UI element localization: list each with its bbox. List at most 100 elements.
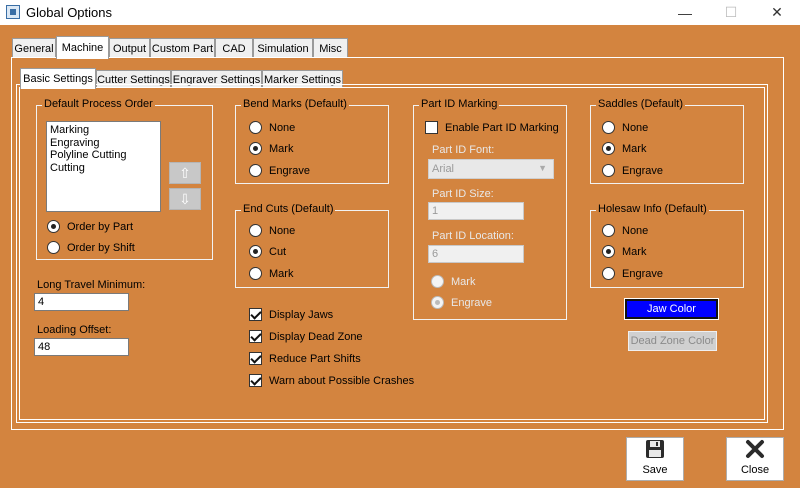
move-up-button[interactable]: ⇧ (169, 162, 201, 184)
maximize-icon: ☐ (724, 4, 738, 20)
radio-icon[interactable] (249, 245, 262, 258)
app-icon (6, 5, 20, 19)
radio-label: Engrave (451, 296, 492, 309)
process-order-list[interactable]: Marking Engraving Polyline Cutting Cutti… (46, 121, 161, 212)
tab-output[interactable]: Output (109, 38, 150, 58)
checkbox-icon[interactable] (249, 330, 262, 343)
radio-label: Mark (622, 245, 647, 258)
part-id-engrave-radio: Engrave (431, 296, 492, 309)
save-button[interactable]: Save (626, 437, 684, 481)
checkbox-label: Display Dead Zone (269, 330, 363, 343)
move-down-button[interactable]: ⇩ (169, 188, 201, 210)
radio-icon[interactable] (602, 224, 615, 237)
tab-cad[interactable]: CAD (215, 38, 253, 58)
end-cuts-label: End Cuts (Default) (241, 203, 336, 215)
radio-label: Engrave (622, 164, 663, 177)
bend-engrave-radio[interactable]: Engrave (249, 164, 310, 177)
loading-offset-input[interactable]: 48 (34, 338, 129, 356)
saddles-label: Saddles (Default) (596, 98, 685, 110)
part-id-mark-radio: Mark (431, 275, 475, 288)
list-item[interactable]: Polyline Cutting (50, 149, 157, 162)
part-id-size-input: 1 (428, 202, 524, 220)
holesaw-label: Holesaw Info (Default) (596, 203, 709, 215)
holesaw-engrave-radio[interactable]: Engrave (602, 267, 663, 280)
order-by-part-radio[interactable]: Order by Part (47, 220, 133, 233)
tab-simulation[interactable]: Simulation (253, 38, 313, 58)
radio-label: Mark (622, 142, 647, 155)
close-label: Close (740, 464, 770, 476)
close-button[interactable]: Close (726, 437, 784, 481)
subtab-basic-settings[interactable]: Basic Settings (20, 68, 96, 89)
arrow-up-icon: ⇧ (179, 164, 191, 181)
list-item[interactable]: Marking (50, 124, 157, 137)
display-jaws-checkbox[interactable]: Display Jaws (249, 308, 333, 321)
order-by-shift-radio[interactable]: Order by Shift (47, 241, 135, 254)
close-x-icon (746, 440, 764, 458)
endcut-none-radio[interactable]: None (249, 224, 295, 237)
radio-icon (431, 296, 444, 309)
dead-zone-color-button: Dead Zone Color (628, 331, 717, 351)
list-item[interactable]: Cutting (50, 162, 157, 175)
radio-icon[interactable] (249, 224, 262, 237)
enable-part-id-checkbox[interactable]: Enable Part ID Marking (425, 121, 559, 134)
long-travel-input[interactable]: 4 (34, 293, 129, 311)
part-id-size-label: Part ID Size: (432, 188, 494, 200)
radio-icon[interactable] (47, 241, 60, 254)
endcut-cut-radio[interactable]: Cut (249, 245, 286, 258)
radio-icon[interactable] (249, 121, 262, 134)
part-id-label: Part ID Marking (419, 98, 500, 110)
checkbox-icon[interactable] (425, 121, 438, 134)
radio-icon (431, 275, 444, 288)
radio-label: Engrave (622, 267, 663, 280)
radio-label: Engrave (269, 164, 310, 177)
checkbox-icon[interactable] (249, 352, 262, 365)
radio-icon[interactable] (602, 164, 615, 177)
radio-icon[interactable] (602, 121, 615, 134)
saddle-mark-radio[interactable]: Mark (602, 142, 646, 155)
subtab-engraver-settings[interactable]: Engraver Settings (171, 70, 262, 88)
radio-icon[interactable] (249, 142, 262, 155)
radio-icon[interactable] (47, 220, 60, 233)
checkbox-label: Reduce Part Shifts (269, 352, 361, 365)
radio-label: Order by Shift (67, 241, 135, 254)
radio-icon[interactable] (249, 267, 262, 280)
radio-icon[interactable] (249, 164, 262, 177)
bend-mark-radio[interactable]: Mark (249, 142, 293, 155)
radio-icon[interactable] (602, 245, 615, 258)
minimize-icon[interactable]: — (662, 0, 708, 25)
reduce-part-shifts-checkbox[interactable]: Reduce Part Shifts (249, 352, 361, 365)
radio-icon[interactable] (602, 142, 615, 155)
jaw-color-button[interactable]: Jaw Color (624, 298, 719, 320)
arrow-down-icon: ⇩ (179, 190, 191, 207)
radio-label: Cut (269, 245, 287, 258)
checkbox-label: Display Jaws (269, 308, 334, 321)
radio-icon[interactable] (602, 267, 615, 280)
tab-custom-part[interactable]: Custom Part (150, 38, 215, 58)
close-icon[interactable]: ✕ (754, 0, 800, 25)
part-id-font-select: Arial ▼ (428, 159, 554, 179)
display-dead-zone-checkbox[interactable]: Display Dead Zone (249, 330, 363, 343)
radio-label: None (269, 121, 296, 134)
list-item[interactable]: Engraving (50, 137, 157, 150)
tab-machine[interactable]: Machine (56, 36, 109, 59)
radio-label: None (622, 121, 649, 134)
warn-crashes-checkbox[interactable]: Warn about Possible Crashes (249, 374, 414, 387)
radio-label: Order by Part (67, 220, 134, 233)
floppy-disk-icon (646, 440, 664, 458)
bend-none-radio[interactable]: None (249, 121, 295, 134)
holesaw-none-radio[interactable]: None (602, 224, 648, 237)
tab-general[interactable]: General (12, 38, 56, 58)
part-id-location-label: Part ID Location: (432, 230, 514, 242)
checkbox-icon[interactable] (249, 308, 262, 321)
tab-misc[interactable]: Misc (313, 38, 348, 58)
radio-label: None (269, 224, 296, 237)
checkbox-icon[interactable] (249, 374, 262, 387)
endcut-mark-radio[interactable]: Mark (249, 267, 293, 280)
window-title: Global Options (26, 5, 112, 20)
saddle-none-radio[interactable]: None (602, 121, 648, 134)
subtab-marker-settings[interactable]: Marker Settings (262, 70, 343, 88)
subtab-cutter-settings[interactable]: Cutter Settings (96, 70, 171, 88)
chevron-down-icon: ▼ (538, 163, 547, 173)
holesaw-mark-radio[interactable]: Mark (602, 245, 646, 258)
saddle-engrave-radio[interactable]: Engrave (602, 164, 663, 177)
